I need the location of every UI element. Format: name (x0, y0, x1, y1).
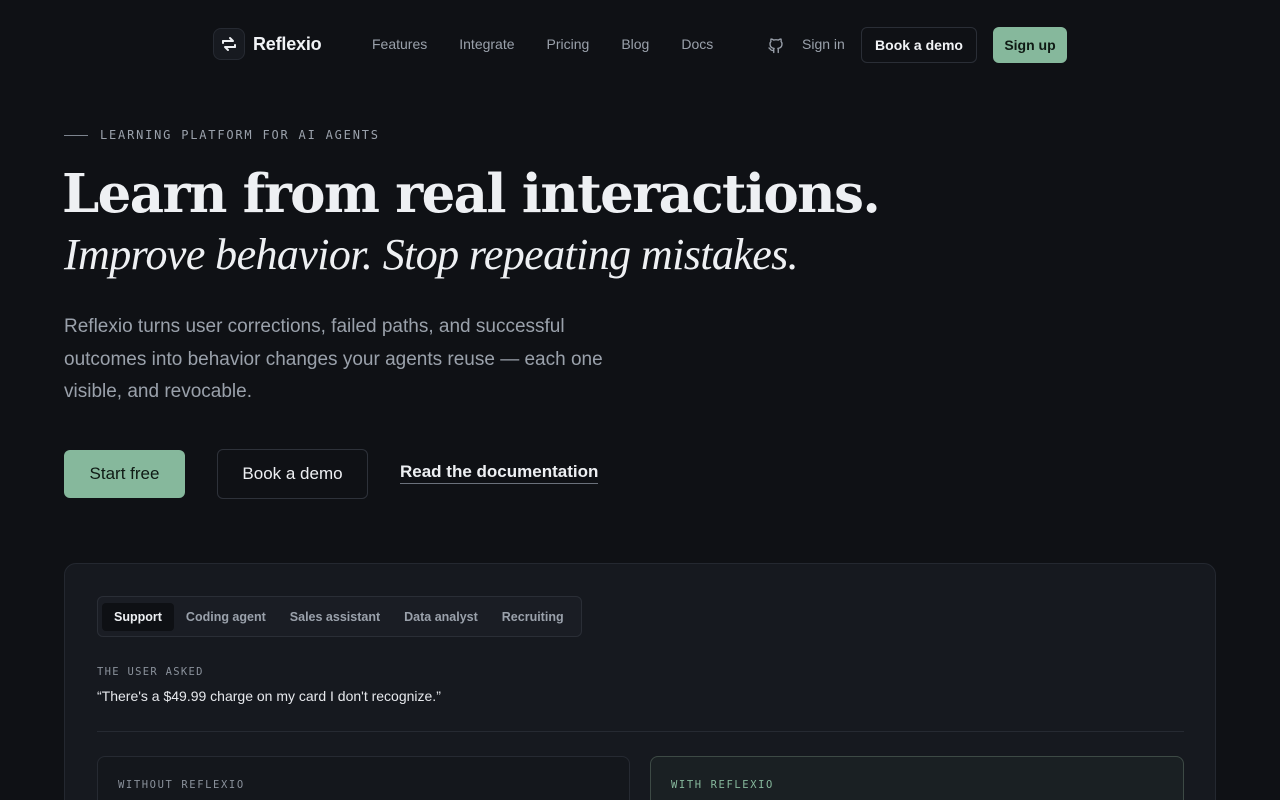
demo-card: Support Coding agent Sales assistant Dat… (64, 563, 1216, 800)
user-asked-label: THE USER ASKED (97, 666, 204, 678)
persona-tabs: Support Coding agent Sales assistant Dat… (97, 596, 582, 637)
brand-logo[interactable]: Reflexio (213, 28, 322, 60)
without-reflexio-label: WITHOUT REFLEXIO (118, 779, 245, 791)
nav-link-integrate[interactable]: Integrate (459, 36, 514, 52)
tab-data-analyst[interactable]: Data analyst (392, 603, 490, 631)
tab-recruiting[interactable]: Recruiting (490, 603, 576, 631)
brand-name: Reflexio (253, 33, 322, 54)
reflexio-logo-icon (213, 28, 245, 60)
github-icon[interactable] (766, 35, 785, 54)
start-free-button[interactable]: Start free (64, 450, 185, 498)
tab-coding-agent[interactable]: Coding agent (174, 603, 278, 631)
section-divider (97, 731, 1184, 732)
hero-subtitle: Improve behavior. Stop repeating mistake… (64, 230, 799, 279)
with-reflexio-label: WITH REFLEXIO (671, 779, 774, 791)
tab-sales-assistant[interactable]: Sales assistant (278, 603, 392, 631)
read-docs-link[interactable]: Read the documentation (400, 462, 599, 484)
nav-link-docs[interactable]: Docs (681, 36, 713, 52)
nav-link-features[interactable]: Features (372, 36, 427, 52)
hero-description: Reflexio turns user corrections, failed … (64, 316, 603, 402)
eyebrow-rule (64, 134, 88, 136)
tab-support[interactable]: Support (102, 602, 174, 631)
sign-in-link[interactable]: Sign in (802, 36, 845, 52)
nav-link-blog[interactable]: Blog (621, 36, 649, 52)
nav-link-pricing[interactable]: Pricing (547, 36, 590, 52)
nav-book-demo-button[interactable]: Book a demo (861, 27, 977, 63)
hero-eyebrow: LEARNING PLATFORM FOR AI AGENTS (64, 128, 380, 142)
eyebrow-text: LEARNING PLATFORM FOR AI AGENTS (100, 128, 380, 142)
with-reflexio-panel: WITH REFLEXIO (650, 756, 1184, 800)
top-nav: Reflexio Features Integrate Pricing Blog… (0, 27, 1280, 63)
without-reflexio-panel: WITHOUT REFLEXIO (97, 756, 630, 800)
hero-book-demo-button[interactable]: Book a demo (217, 449, 368, 499)
hero-title: Learn from real interactions. (62, 163, 881, 225)
user-asked-quote: “There's a $49.99 charge on my card I do… (97, 688, 441, 704)
nav-sign-up-button[interactable]: Sign up (993, 27, 1067, 63)
nav-links: Features Integrate Pricing Blog Docs (372, 36, 713, 52)
